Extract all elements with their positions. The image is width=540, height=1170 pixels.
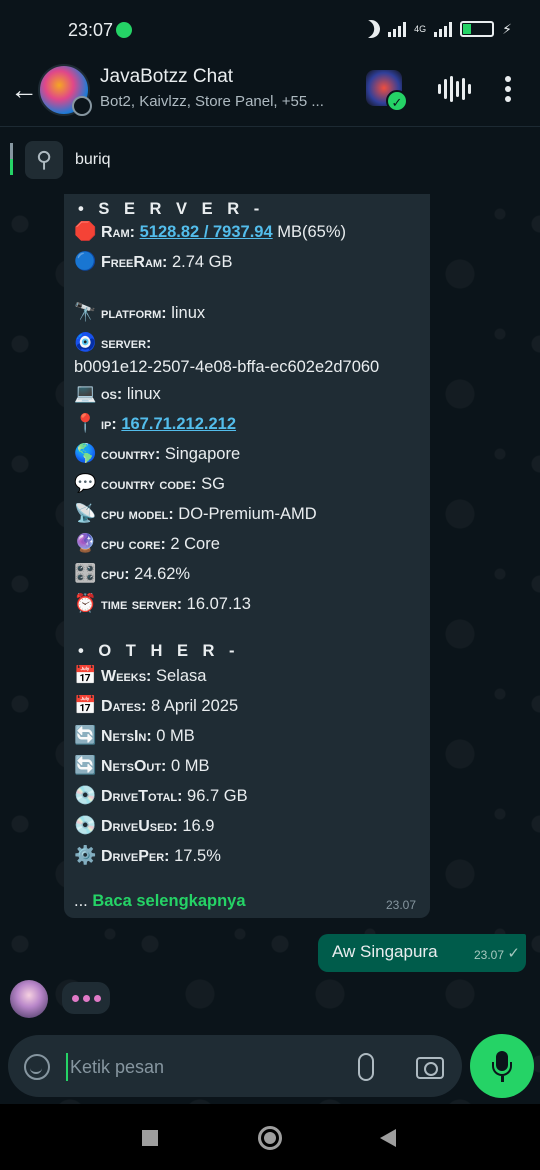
attach-icon[interactable] — [358, 1053, 374, 1081]
laptop-icon: 💻 — [74, 383, 97, 403]
sent-check-icon: ✓ — [507, 945, 520, 962]
repeat-icon: 🔄 — [74, 725, 97, 745]
chat-header: ← JavaBotzz Chat Bot2, Kaivlzz, Store Pa… — [0, 62, 540, 126]
chat-subtitle[interactable]: Bot2, Kaivlzz, Store Panel, +55 ... — [100, 93, 350, 110]
sticker-icon[interactable] — [24, 1054, 50, 1080]
disc-icon: 💿 — [74, 785, 97, 805]
telescope-icon: 🔭 — [74, 302, 97, 322]
server-id-line: b0091e12-2507-4e08-bffa-ec602e2d7060 — [74, 358, 380, 376]
home-icon[interactable] — [258, 1126, 282, 1150]
outgoing-message-text: Aw Singapura — [332, 942, 438, 961]
pin-indicator — [10, 143, 13, 175]
stop-sign-icon: 🛑 — [74, 221, 97, 241]
ip-link[interactable]: 167.71.212.212 — [121, 415, 236, 433]
pin-icon: ⚲ — [25, 141, 63, 179]
check-badge-icon: ✓ — [386, 90, 408, 112]
blue-circle-icon: 🔵 — [74, 251, 97, 271]
camera-icon[interactable] — [416, 1057, 444, 1079]
chat-title[interactable]: JavaBotzz Chat — [100, 66, 233, 88]
status-icons: 4G 27 ⚡ — [362, 20, 512, 38]
mic-button[interactable] — [470, 1034, 534, 1098]
network-type: 4G — [414, 23, 427, 34]
outgoing-message-bubble[interactable]: Aw Singapura 23.07 ✓ — [318, 934, 526, 972]
outgoing-message-time: 23.07 — [473, 948, 504, 962]
drivetotal-line: 💿 DriveTotal: 96.7 GB — [74, 785, 248, 805]
read-more-link[interactable]: Baca selengkapnya — [92, 892, 245, 910]
chat-area: • S E R V E R - 🛑 Ram: 5128.82 / 7937.94 … — [0, 194, 540, 1104]
platform-line: 🔭 platform: linux — [74, 302, 206, 322]
incoming-message-bubble[interactable]: • S E R V E R - 🛑 Ram: 5128.82 / 7937.94 … — [64, 194, 430, 918]
ram-line: 🛑 Ram: 5128.82 / 7937.94 MB(65%) — [74, 221, 346, 241]
calendar-icon: 📅 — [74, 695, 97, 715]
message-composer — [8, 1035, 462, 1097]
moon-icon — [359, 17, 384, 42]
other-section-header: • O T H E R - — [78, 642, 240, 660]
signal-icon — [388, 21, 407, 37]
time-server-line: ⏰ time server: 16.07.13 — [74, 593, 251, 613]
voice-wave-icon[interactable] — [438, 76, 471, 102]
recents-icon[interactable] — [142, 1130, 158, 1146]
control-knobs-icon: 🎛️ — [74, 563, 97, 583]
server-line: 🧿 server: — [74, 332, 152, 352]
netsin-line: 🔄 NetsIn: 0 MB — [74, 725, 195, 745]
os-line: 💻 os: linux — [74, 383, 161, 403]
disc-icon: 💿 — [74, 815, 97, 835]
back-triangle-icon[interactable] — [380, 1129, 396, 1147]
ram-link[interactable]: 5128.82 / 7937.94 — [140, 223, 273, 241]
battery-icon: 27 — [460, 21, 495, 37]
bolt-icon: ⚡ — [502, 20, 512, 37]
incoming-message-time: 23.07 — [385, 898, 416, 912]
driveper-line: ⚙️ DrivePer: 17.5% — [74, 845, 221, 865]
alarm-clock-icon: ⏰ — [74, 593, 97, 613]
weeks-line: 📅 Weeks: Selasa — [74, 665, 207, 685]
country-code-line: 💬 country code: SG — [74, 473, 225, 493]
calendar-icon: 📅 — [74, 665, 97, 685]
whatsapp-icon — [116, 22, 132, 38]
server-section-header: • S E R V E R - — [78, 200, 265, 218]
pinned-message-bar[interactable]: ⚲ buriq — [0, 126, 540, 194]
cpu-model-line: 📡 cpu model: DO-Premium-AMD — [74, 503, 317, 523]
signal-2-icon — [434, 21, 453, 37]
system-nav-bar — [0, 1104, 540, 1170]
battery-level: 27 — [471, 23, 483, 34]
cpu-line: 🎛️ cpu: 24.62% — [74, 563, 191, 583]
more-vert-icon[interactable] — [505, 76, 511, 102]
repeat-icon: 🔄 — [74, 755, 97, 775]
country-line: 🌎 country: Singapore — [74, 443, 241, 463]
speech-bubble-icon: 💬 — [74, 473, 97, 493]
freeram-line: 🔵 FreeRam: 2.74 GB — [74, 251, 233, 271]
read-more-line: ... Baca selengkapnya — [74, 892, 246, 910]
status-time: 23:07 — [68, 20, 114, 40]
community-badge-icon — [72, 96, 92, 116]
pinned-text: buriq — [75, 151, 111, 168]
back-arrow-icon[interactable]: ← — [10, 74, 38, 106]
ip-line: 📍 ip: 167.71.212.212 — [74, 413, 237, 433]
gear-icon: ⚙️ — [74, 845, 97, 865]
dates-line: 📅 Dates: 8 April 2025 — [74, 695, 239, 715]
globe-icon: 🌎 — [74, 443, 97, 463]
crystal-ball-icon: 🔮 — [74, 533, 97, 553]
typing-indicator — [62, 982, 110, 1014]
nazar-icon: 🧿 — [74, 332, 97, 352]
driveused-line: 💿 DriveUsed: 16.9 — [74, 815, 215, 835]
pin-location-icon: 📍 — [74, 413, 97, 433]
netsout-line: 🔄 NetsOut: 0 MB — [74, 755, 210, 775]
status-bar: 23:07 4G 27 ⚡ — [0, 0, 540, 62]
message-input[interactable] — [66, 1053, 336, 1081]
satellite-icon: 📡 — [74, 503, 97, 523]
cpu-core-line: 🔮 cpu core: 2 Core — [74, 533, 220, 553]
typing-user-avatar[interactable] — [10, 980, 48, 1018]
